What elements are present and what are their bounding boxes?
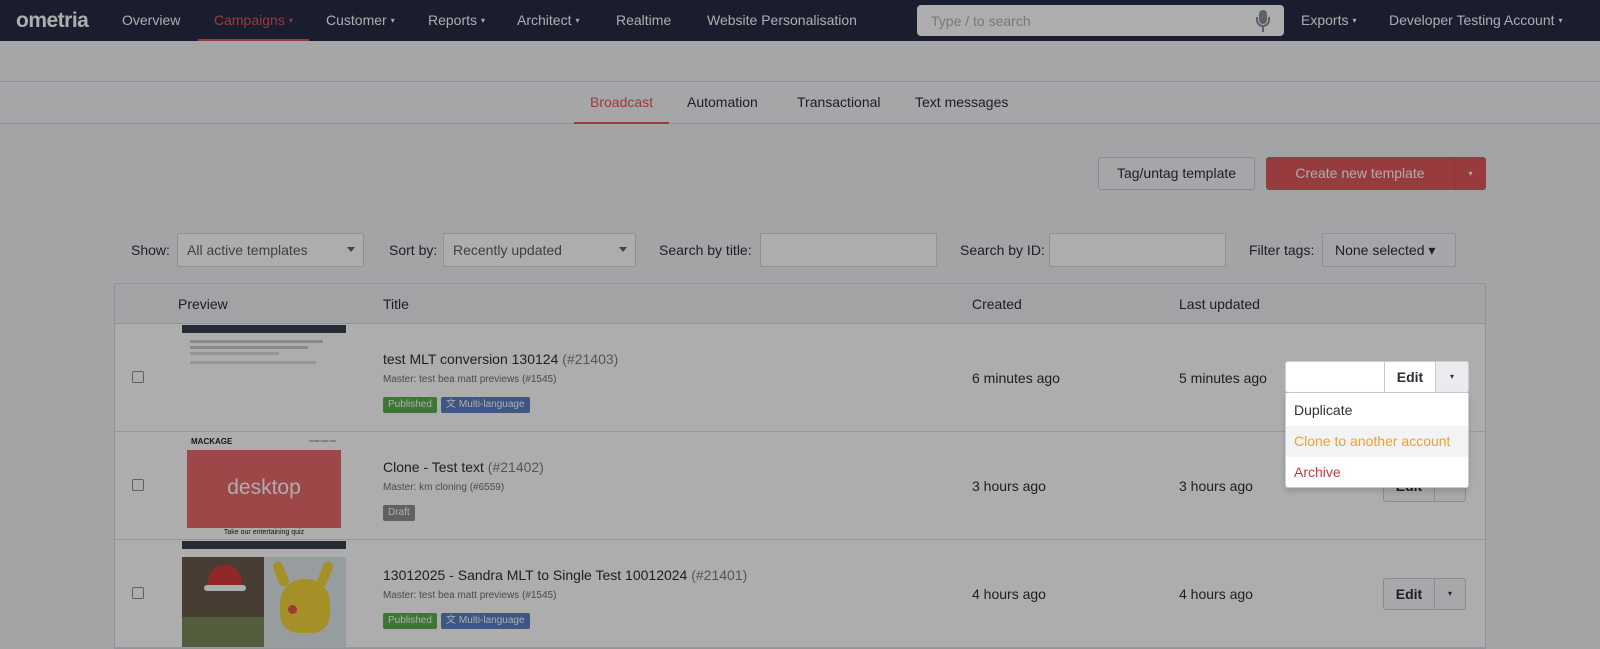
row-actions-menu: Duplicate Clone to another account Archi… xyxy=(1285,393,1469,488)
menu-item-archive[interactable]: Archive xyxy=(1286,457,1468,488)
row-actions-dropdown-toggle[interactable]: ▾ xyxy=(1435,361,1469,393)
menu-item-duplicate[interactable]: Duplicate xyxy=(1286,395,1468,426)
active-row-actions: Edit ▾ xyxy=(1285,361,1469,393)
edit-button[interactable]: Edit xyxy=(1384,361,1436,393)
menu-item-clone-to-another-account[interactable]: Clone to another account xyxy=(1286,426,1468,457)
chevron-down-icon: ▾ xyxy=(1449,372,1454,381)
modal-backdrop[interactable] xyxy=(0,0,1600,649)
